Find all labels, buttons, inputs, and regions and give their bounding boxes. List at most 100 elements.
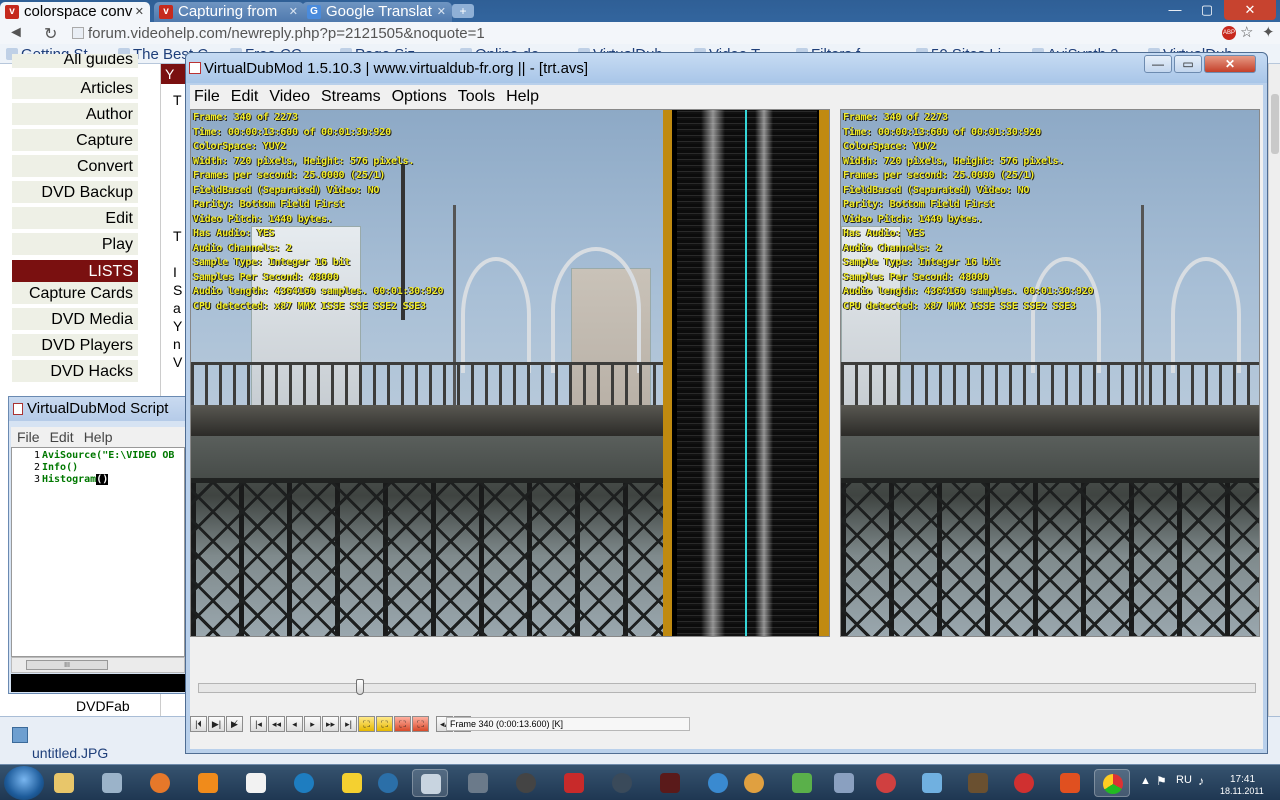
nav-dvd-backup[interactable]: DVD Backup: [12, 181, 138, 205]
device-icon[interactable]: [94, 769, 130, 797]
settings-icon[interactable]: [460, 769, 496, 797]
back-keyframe-button[interactable]: ◂◂: [268, 716, 285, 732]
opera-icon[interactable]: [286, 769, 322, 797]
close-button[interactable]: ✕: [1204, 55, 1256, 73]
reload-icon[interactable]: ↻: [44, 24, 57, 44]
back-icon[interactable]: ◄: [8, 24, 24, 42]
chrome-taskbar-button[interactable]: [1094, 769, 1130, 797]
wrench-icon[interactable]: ✦: [1262, 23, 1275, 41]
close-tab-icon[interactable]: ✕: [135, 2, 144, 22]
nav-dvd-hacks[interactable]: DVD Hacks: [12, 360, 138, 384]
rss-icon[interactable]: [190, 769, 226, 797]
nav-edit[interactable]: Edit: [12, 207, 138, 231]
nav-capture-cards[interactable]: Capture Cards: [12, 282, 138, 306]
menu-tools[interactable]: Tools: [458, 88, 495, 105]
position-slider-thumb[interactable]: [356, 679, 364, 695]
maximize-button[interactable]: ▭: [1174, 55, 1202, 73]
media-player-icon[interactable]: [370, 769, 406, 797]
prev-frame-button[interactable]: ◂: [286, 716, 303, 732]
tab-colorspace[interactable]: v colorspace conv ✕: [0, 2, 150, 22]
nav-dvdfab[interactable]: DVDFab: [76, 698, 130, 714]
menu-streams[interactable]: Streams: [321, 88, 381, 105]
output-video-pane[interactable]: Frame: 340 of 2273 Time: 00:00:13:600 of…: [840, 109, 1260, 637]
script-text-area[interactable]: 1 AviSource("E:\VIDEO OB 2 Info() 3 Histogr…: [11, 447, 185, 657]
position-slider[interactable]: [198, 679, 1256, 695]
minimize-button[interactable]: —: [1144, 55, 1172, 73]
browser-maximize-button[interactable]: ▢: [1192, 0, 1222, 20]
tab-google-translate[interactable]: G Google Translat ✕: [302, 2, 452, 22]
new-tab-button[interactable]: +: [452, 4, 474, 18]
cursor-icon[interactable]: [826, 769, 862, 797]
script-menu-help[interactable]: Help: [84, 429, 113, 445]
mail-icon[interactable]: [334, 769, 370, 797]
nav-play[interactable]: Play: [12, 233, 138, 257]
script-menu-edit[interactable]: Edit: [50, 429, 74, 445]
menu-video[interactable]: Video: [269, 88, 310, 105]
close-tab-icon[interactable]: ✕: [289, 2, 298, 22]
virtualdub-titlebar[interactable]: VirtualDubMod 1.5.10.3 | www.virtualdub-…: [186, 53, 1267, 83]
stop-button[interactable]: |⏴: [190, 716, 207, 732]
menu-edit[interactable]: Edit: [231, 88, 259, 105]
explorer-icon[interactable]: [46, 769, 82, 797]
play-output-button[interactable]: ▶̸: [226, 716, 243, 732]
go-end-button[interactable]: ▸|: [340, 716, 357, 732]
firefox-icon[interactable]: [142, 769, 178, 797]
virtualdub-taskbar-button[interactable]: [412, 769, 448, 797]
download-item[interactable]: untitled.JPG: [6, 723, 162, 761]
browser-minimize-button[interactable]: —: [1160, 0, 1190, 20]
tool-x-icon[interactable]: [1052, 769, 1088, 797]
scrollbar-thumb[interactable]: III: [26, 660, 108, 670]
language-indicator[interactable]: RU: [1176, 774, 1192, 786]
script-editor-titlebar[interactable]: VirtualDubMod Script: [9, 397, 185, 421]
nav-all-guides[interactable]: All guides: [12, 54, 138, 70]
clock-date[interactable]: 18.11.2011: [1220, 786, 1264, 796]
input-video-pane[interactable]: Frame: 340 of 2273 Time: 00:00:13:600 of…: [190, 109, 830, 637]
adblock-icon[interactable]: ABP: [1222, 26, 1236, 40]
script-menu-file[interactable]: File: [17, 429, 40, 445]
nav-dvd-media[interactable]: DVD Media: [12, 308, 138, 332]
menu-help[interactable]: Help: [506, 88, 539, 105]
page-scrollbar[interactable]: [1268, 64, 1280, 716]
nav-convert[interactable]: Convert: [12, 155, 138, 179]
script-horizontal-scrollbar[interactable]: III: [11, 657, 185, 673]
nav-articles[interactable]: Articles: [12, 77, 138, 101]
flag-icon[interactable]: ⚑: [1156, 774, 1167, 788]
scrollbar-thumb[interactable]: [1271, 94, 1279, 154]
menu-file[interactable]: File: [194, 88, 220, 105]
converter-icon[interactable]: [604, 769, 640, 797]
url-input[interactable]: forum.videohelp.com/newreply.php?p=21215…: [88, 25, 485, 42]
puzzle-icon[interactable]: [784, 769, 820, 797]
mark-in-button[interactable]: ⛶: [394, 716, 411, 732]
scene-forward-button[interactable]: ⛶: [376, 716, 393, 732]
ball-icon[interactable]: [736, 769, 772, 797]
scene-back-button[interactable]: ⛶: [358, 716, 375, 732]
red-app-icon[interactable]: [556, 769, 592, 797]
calendar-icon[interactable]: [238, 769, 274, 797]
nav-capture[interactable]: Capture: [12, 129, 138, 153]
tool-icon[interactable]: [868, 769, 904, 797]
show-hidden-icons-icon[interactable]: ▲: [1140, 775, 1151, 787]
dark-app-icon[interactable]: [652, 769, 688, 797]
info-line: Frame: 340 of 2273: [193, 112, 298, 123]
nav-author[interactable]: Author: [12, 103, 138, 127]
tab-capturing[interactable]: v Capturing from ✕: [154, 2, 304, 22]
painting-icon[interactable]: [960, 769, 996, 797]
recorder-icon[interactable]: [508, 769, 544, 797]
volume-icon[interactable]: ♪: [1198, 774, 1204, 788]
nav-dvd-players[interactable]: DVD Players: [12, 334, 138, 358]
close-tab-icon[interactable]: ✕: [437, 2, 446, 22]
start-button[interactable]: [4, 766, 44, 800]
forward-keyframe-button[interactable]: ▸▸: [322, 716, 339, 732]
go-start-button[interactable]: |◂: [250, 716, 267, 732]
red-ball-icon[interactable]: [1006, 769, 1042, 797]
media-icon[interactable]: [700, 769, 736, 797]
browser-close-button[interactable]: ✕: [1224, 0, 1276, 20]
mark-out-button[interactable]: ⛶: [412, 716, 429, 732]
menu-options[interactable]: Options: [392, 88, 447, 105]
next-frame-button[interactable]: ▸: [304, 716, 321, 732]
cube-icon[interactable]: [914, 769, 950, 797]
bookmark-star-icon[interactable]: ☆: [1240, 23, 1253, 41]
download-filename[interactable]: untitled.JPG: [32, 745, 108, 761]
play-input-button[interactable]: ▶|: [208, 716, 225, 732]
clock-time[interactable]: 17:41: [1230, 774, 1255, 785]
